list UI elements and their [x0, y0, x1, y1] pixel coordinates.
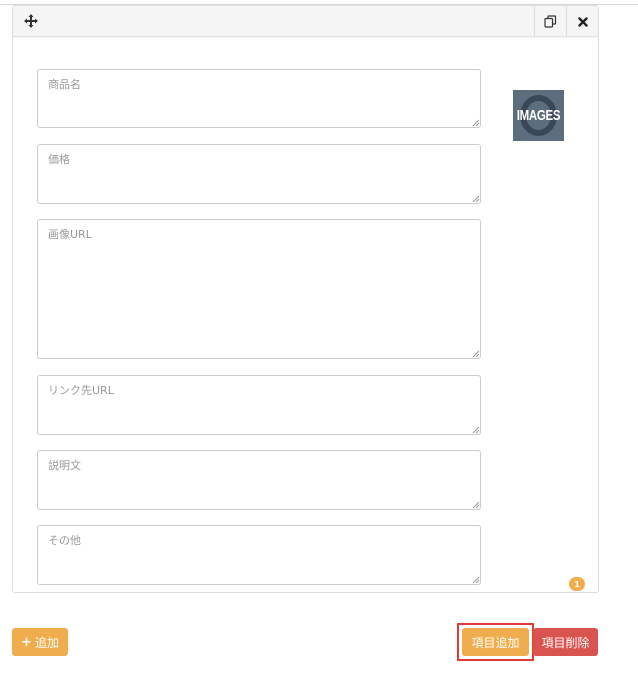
- item-panel: IMAGES 1: [12, 5, 599, 593]
- link-url-field[interactable]: [37, 375, 481, 435]
- image-thumbnail: IMAGES: [513, 90, 564, 141]
- panel-header: [13, 6, 598, 37]
- product-name-field[interactable]: [37, 69, 481, 128]
- move-arrows-icon[interactable]: [23, 13, 39, 29]
- plus-icon: +: [21, 634, 32, 650]
- add-item-label: 項目追加: [471, 635, 520, 650]
- image-url-field[interactable]: [37, 219, 481, 359]
- delete-item-label: 項目削除: [541, 635, 590, 650]
- panel-body: IMAGES 1: [13, 38, 598, 592]
- thumbnail-text: IMAGES: [516, 108, 561, 123]
- copy-icon: [544, 15, 557, 28]
- delete-item-button[interactable]: 項目削除: [533, 628, 598, 656]
- copy-button[interactable]: [534, 6, 566, 37]
- description-field[interactable]: [37, 450, 481, 510]
- close-button[interactable]: [566, 6, 598, 37]
- add-button[interactable]: + 追加: [12, 628, 68, 656]
- add-item-button[interactable]: 項目追加: [462, 628, 529, 656]
- price-field[interactable]: [37, 144, 481, 204]
- other-field[interactable]: [37, 525, 481, 585]
- close-x-icon: [577, 16, 588, 27]
- count-badge: 1: [569, 577, 585, 591]
- add-button-label: 追加: [34, 635, 59, 650]
